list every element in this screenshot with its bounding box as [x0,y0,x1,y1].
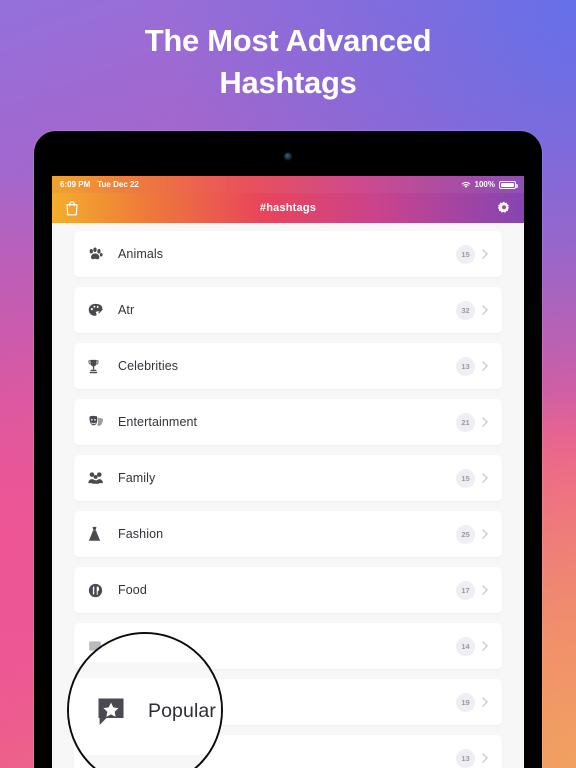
trophy-icon [88,359,110,374]
magnifier-callout: Popular [67,632,223,768]
wifi-icon [461,181,471,189]
battery-icon [499,180,518,189]
table-row[interactable]: Animals 15 [74,231,502,277]
status-badge: 21 [456,412,475,432]
chevron-right-icon [482,753,488,763]
status-badge: 32 [456,300,475,320]
dress-icon [88,526,110,542]
page-title: The Most Advanced Hashtags [0,20,576,103]
status-bar: 6:09 PM Tue Dec 22 100% [52,176,524,193]
navigation-bar: #hashtags [52,193,524,223]
chevron-right-icon [482,641,488,651]
people-icon [88,471,110,485]
table-row[interactable]: Entertainment 21 [74,399,502,445]
palette-icon [88,303,110,318]
headline-line-1: The Most Advanced [144,23,432,58]
gear-icon[interactable] [497,201,511,215]
table-row[interactable]: Celebrities 13 [74,343,502,389]
status-badge: 14 [456,636,475,656]
theater-masks-icon [88,415,110,429]
row-label: Atr [118,303,135,317]
shopping-bag-icon[interactable] [65,200,79,216]
chevron-right-icon [482,417,488,427]
burger-icon [88,583,110,598]
row-label: Entertainment [118,415,198,429]
row-label: Food [118,583,147,597]
status-bar-time: 6:09 PM [60,180,91,189]
chevron-right-icon [482,529,488,539]
table-row[interactable]: Food 17 [74,567,502,613]
table-row[interactable]: Atr 32 [74,287,502,333]
chevron-right-icon [482,361,488,371]
chevron-right-icon [482,697,488,707]
chevron-right-icon [482,305,488,315]
chevron-right-icon [482,473,488,483]
status-badge: 15 [456,468,475,488]
headline-line-2: Hashtags [219,64,357,100]
magnified-row-above [69,634,221,662]
status-badge: 25 [456,524,475,544]
nav-title: #hashtags [259,202,317,214]
row-label: Celebrities [118,359,179,373]
row-label: Animals [118,247,164,261]
status-badge: 19 [456,692,475,712]
chevron-right-icon [482,249,488,259]
table-row[interactable]: Family 15 [74,455,502,501]
status-badge: 17 [456,580,475,600]
status-badge: 13 [456,748,475,768]
front-camera-icon [284,153,292,160]
magnified-row-label: Popular [148,699,216,722]
table-row[interactable]: Fashion 25 [74,511,502,557]
status-badge: 13 [456,356,475,376]
row-label: Family [118,471,156,485]
paw-icon [88,247,110,261]
row-label: Fashion [118,527,164,541]
chevron-right-icon [482,585,488,595]
battery-percent-label: 100% [474,180,495,189]
status-badge: 15 [456,244,475,264]
chat-star-icon [96,696,126,726]
status-bar-date: Tue Dec 22 [97,180,139,189]
